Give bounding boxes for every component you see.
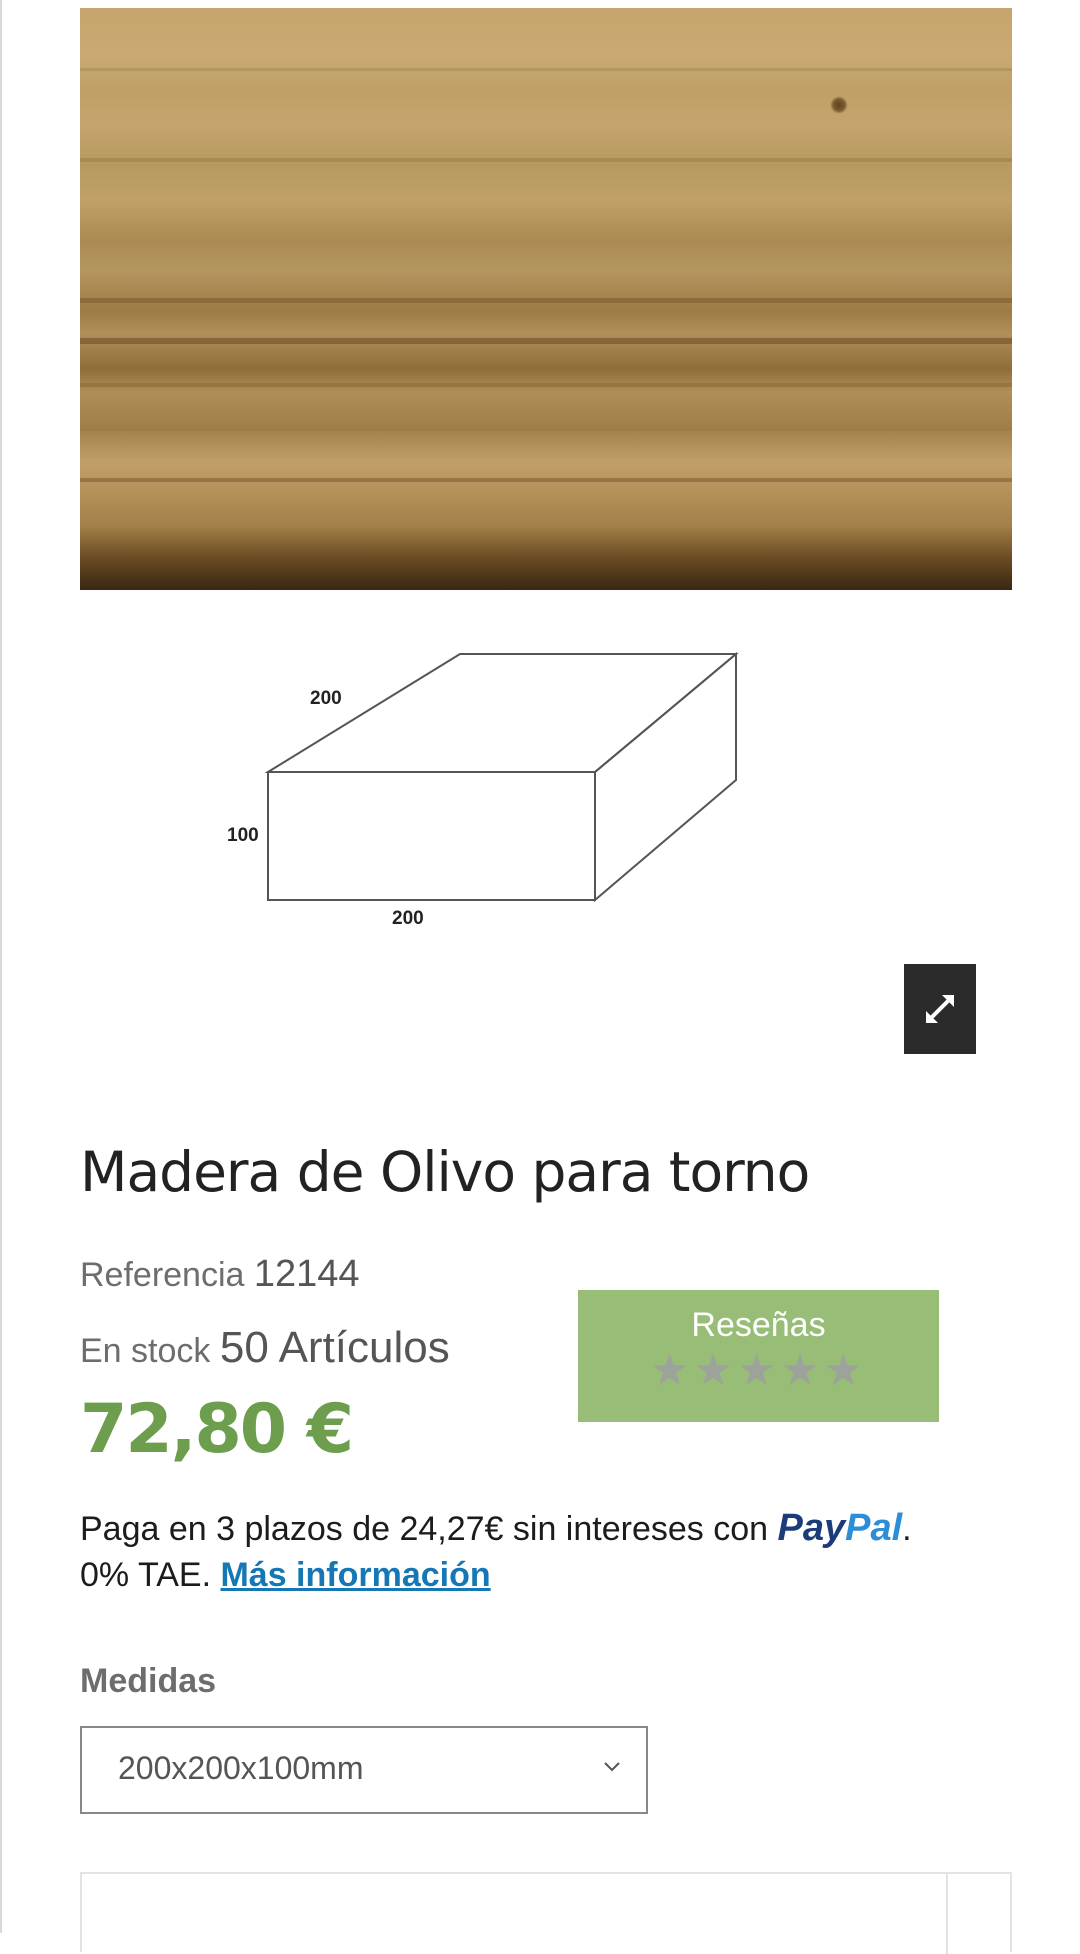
paypal-installments: Paga en 3 plazos de 24,27€ sin intereses… <box>80 1505 1010 1598</box>
chevron-down-icon <box>604 1762 620 1772</box>
paypal-logo-pay: Pay <box>777 1507 846 1549</box>
reviews-button[interactable]: Reseñas ★★★★★ <box>578 1290 939 1422</box>
wood-grain-line <box>80 223 1012 226</box>
reference-label: Referencia <box>80 1256 245 1294</box>
paypal-text: Paga en 3 plazos de 24,27€ sin intereses… <box>80 1510 778 1548</box>
stock-value: 50 Artículos <box>219 1323 450 1372</box>
product-price: 72,80 € <box>80 1390 354 1469</box>
stock-label: En stock <box>80 1332 211 1370</box>
paypal-logo-pal: Pal <box>845 1507 903 1549</box>
paypal-tae: 0% TAE. <box>80 1556 221 1594</box>
dim-label-top: 200 <box>310 688 342 709</box>
paypal-text-end: . <box>902 1510 912 1548</box>
dim-label-height: 100 <box>227 825 259 846</box>
wood-grain-line <box>80 68 1012 71</box>
wood-grain-line <box>80 338 1012 344</box>
quantity-divider <box>946 1874 948 1954</box>
product-stock: En stock 50 Artículos <box>80 1323 450 1373</box>
variant-label: Medidas <box>80 1662 217 1700</box>
wood-knot <box>830 96 848 114</box>
size-select[interactable]: 200x200x100mm <box>80 1726 648 1814</box>
product-title: Madera de Olivo para torno <box>80 1140 810 1204</box>
page-left-border <box>0 0 2 1933</box>
box-front-face <box>267 771 596 901</box>
wood-grain-line <box>80 298 1012 303</box>
product-image-wood[interactable] <box>80 8 1012 590</box>
wood-grain-line <box>80 478 1012 482</box>
star-rating-icon: ★★★★★ <box>649 1346 868 1395</box>
wood-grain-line <box>80 383 1012 387</box>
product-image-dimensions[interactable]: 200 100 200 <box>80 610 1012 940</box>
more-info-link[interactable]: Más información <box>220 1556 490 1594</box>
reviews-label: Reseñas <box>691 1306 826 1344</box>
paypal-logo: PayPal <box>777 1507 902 1549</box>
size-select-value: 200x200x100mm <box>118 1750 364 1786</box>
reference-value: 12144 <box>253 1253 360 1295</box>
product-reference: Referencia 12144 <box>80 1253 360 1296</box>
quantity-input-partial[interactable] <box>80 1872 1012 1954</box>
expand-icon <box>926 995 954 1023</box>
box-side-face <box>594 651 737 903</box>
dimension-diagram: 200 100 200 <box>227 651 739 929</box>
expand-image-button[interactable] <box>904 964 976 1054</box>
wood-grain-line <box>80 158 1012 162</box>
wood-grain-line <box>80 428 1012 431</box>
dim-label-bottom: 200 <box>392 908 424 929</box>
